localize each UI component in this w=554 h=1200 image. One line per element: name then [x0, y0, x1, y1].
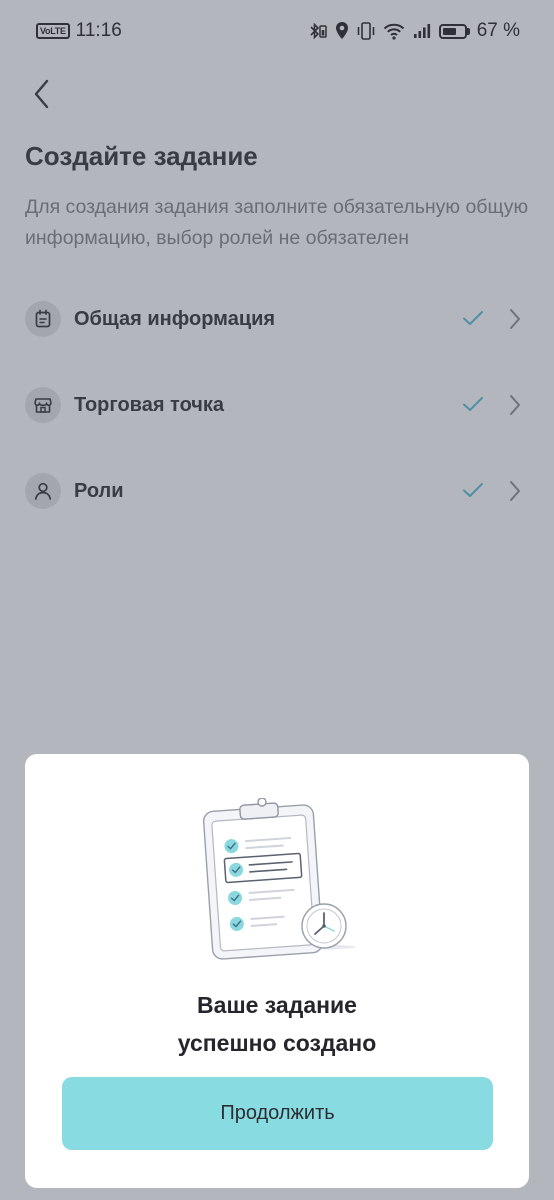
- wifi-icon: [383, 23, 404, 40]
- success-message-line-2: успешно создано: [177, 1030, 377, 1056]
- success-message-line-1: Ваше задание: [197, 992, 357, 1018]
- success-message: Ваше задание успешно создано: [25, 986, 529, 1062]
- chevron-right-icon: [510, 395, 520, 415]
- battery-level: [442, 27, 457, 35]
- menu-item-general-info[interactable]: Общая информация: [0, 276, 554, 362]
- chevron-right-icon: [510, 309, 520, 329]
- battery-icon: [438, 23, 470, 39]
- back-button[interactable]: [22, 74, 62, 114]
- signal-icon: [413, 24, 430, 38]
- status-left: VoLTE 11:16: [36, 20, 122, 42]
- status-time: 11:16: [75, 20, 122, 41]
- chevron-right-icon: [510, 481, 520, 501]
- check-icon: [463, 311, 483, 325]
- menu-item-store[interactable]: Торговая точка: [0, 362, 554, 448]
- status-bar: VoLTE 11:16 67 %: [0, 0, 554, 62]
- menu-item-label: Роли: [74, 479, 124, 502]
- task-sections-list: Общая информация Торговая точка Роли: [0, 276, 554, 534]
- success-sheet: Ваше задание успешно создано Продолжить: [25, 754, 529, 1188]
- menu-item-roles[interactable]: Роли: [0, 448, 554, 534]
- check-icon: [463, 397, 483, 411]
- status-right: 67 %: [308, 20, 520, 42]
- location-icon: [335, 22, 348, 39]
- menu-item-label: Торговая точка: [74, 393, 225, 416]
- check-icon: [463, 483, 483, 497]
- bluetooth-battery-icon: [310, 22, 327, 40]
- page-title: Создайте задание: [25, 141, 258, 171]
- volte-badge: VoLTE: [36, 23, 70, 39]
- vibrate-icon: [357, 22, 374, 40]
- page-subtitle: Для создания задания заполните обязатель…: [25, 196, 529, 249]
- chevron-left-icon: [34, 79, 49, 109]
- battery-percent: 67 %: [476, 20, 520, 41]
- clipboard-checklist-clock-icon: [202, 798, 356, 960]
- continue-button[interactable]: Продолжить: [62, 1077, 493, 1150]
- calendar-list-icon: [25, 301, 61, 337]
- user-icon: [25, 473, 61, 509]
- menu-item-label: Общая информация: [74, 307, 276, 330]
- store-icon: [25, 387, 61, 423]
